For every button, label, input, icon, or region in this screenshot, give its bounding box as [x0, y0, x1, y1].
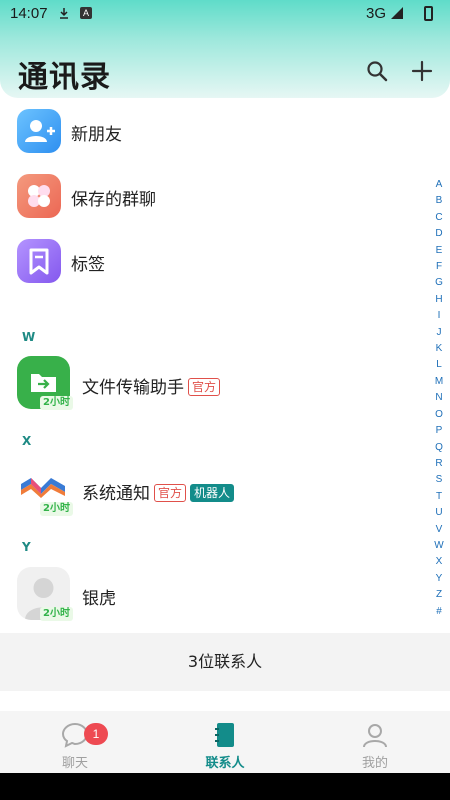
alphabet-index-letter[interactable]: Y — [432, 571, 446, 587]
tags-label: 标签 — [71, 255, 105, 275]
tag-icon — [17, 239, 61, 283]
tab-label: 联系人 — [205, 756, 245, 771]
system-nav-bar — [0, 773, 450, 800]
app-notification-icon: A — [80, 7, 92, 19]
alphabet-index-letter[interactable]: R — [432, 456, 446, 472]
profile-icon — [363, 724, 387, 748]
alphabet-index-letter[interactable]: S — [432, 472, 446, 488]
alphabet-index-letter[interactable]: W — [432, 538, 446, 554]
contact-row-system-notice[interactable]: 2小时 系统通知 官方 机器人 — [0, 462, 420, 526]
contact-name: 银虎 — [82, 589, 116, 609]
tab-me[interactable]: 我的 — [300, 711, 450, 773]
alphabet-index-letter[interactable]: P — [432, 423, 446, 439]
alphabet-index-letter[interactable]: I — [432, 308, 446, 324]
contact-row-yinhu[interactable]: 2小时 银虎 — [0, 567, 420, 631]
alphabet-index-letter[interactable]: J — [432, 325, 446, 341]
time-badge: 2小时 — [40, 607, 73, 621]
bottom-tab-bar: 1 聊天 联系人 我的 — [0, 711, 450, 773]
alphabet-index-letter[interactable]: G — [432, 275, 446, 291]
battery-icon — [424, 6, 433, 21]
section-letter-y: Y — [22, 540, 31, 554]
alphabet-index-letter[interactable]: N — [432, 390, 446, 406]
alphabet-index-letter[interactable]: K — [432, 341, 446, 357]
search-icon[interactable] — [366, 60, 388, 82]
alphabet-index-letter[interactable]: E — [432, 243, 446, 259]
alphabet-index-letter[interactable]: A — [432, 177, 446, 193]
official-tag: 官方 — [154, 484, 187, 502]
status-time: 14:07 — [10, 5, 48, 22]
unread-badge: 1 — [84, 723, 108, 745]
alphabet-index-letter[interactable]: X — [432, 554, 446, 570]
saved-groups-item[interactable]: 保存的群聊 — [0, 166, 420, 226]
group-chat-icon — [17, 174, 61, 218]
new-friends-label: 新朋友 — [71, 125, 122, 145]
alphabet-index-letter[interactable]: B — [432, 193, 446, 209]
alphabet-index-letter[interactable]: L — [432, 357, 446, 373]
tags-item[interactable]: 标签 — [0, 231, 420, 291]
network-type: 3G — [366, 5, 387, 22]
tab-label: 聊天 — [61, 756, 88, 771]
alphabet-index-letter[interactable]: # — [432, 604, 446, 620]
alphabet-index-letter[interactable]: F — [432, 259, 446, 275]
header: 14:07 A 3G 通讯录 — [0, 0, 450, 98]
tab-chat[interactable]: 1 聊天 — [0, 711, 150, 773]
alphabet-index-letter[interactable]: M — [432, 374, 446, 390]
page-title: 通讯录 — [18, 60, 111, 95]
section-letter-w: W — [22, 330, 36, 344]
alphabet-index[interactable]: A B C D E F G H I J K L M N O P Q R S T U V W X Y Z # — [432, 177, 446, 620]
alphabet-index-letter[interactable]: V — [432, 522, 446, 538]
alphabet-index-letter[interactable]: U — [432, 505, 446, 521]
add-user-icon — [17, 109, 61, 153]
tab-contacts[interactable]: 联系人 — [150, 711, 300, 773]
official-tag: 官方 — [188, 378, 221, 396]
alphabet-index-letter[interactable]: D — [432, 226, 446, 242]
time-badge: 2小时 — [40, 396, 73, 410]
saved-groups-label: 保存的群聊 — [71, 190, 156, 210]
alphabet-index-letter[interactable]: Z — [432, 587, 446, 603]
alphabet-index-letter[interactable]: C — [432, 210, 446, 226]
contacts-book-icon — [215, 723, 234, 747]
tab-label: 我的 — [361, 756, 388, 771]
alphabet-index-letter[interactable]: H — [432, 292, 446, 308]
new-friends-item[interactable]: 新朋友 — [0, 101, 420, 161]
alphabet-index-letter[interactable]: T — [432, 489, 446, 505]
signal-icon — [391, 7, 403, 19]
alphabet-index-letter[interactable]: Q — [432, 440, 446, 456]
contact-name: 文件传输助手 官方 — [82, 373, 221, 398]
alphabet-index-letter[interactable]: O — [432, 407, 446, 423]
contact-count: 3位联系人 — [0, 633, 450, 691]
download-status-icon — [60, 8, 68, 19]
plus-icon[interactable] — [411, 60, 433, 82]
section-letter-x: X — [22, 434, 32, 448]
contact-name: 系统通知 官方 机器人 — [82, 479, 235, 504]
time-badge: 2小时 — [40, 502, 73, 516]
contact-row-file-transfer[interactable]: 2小时 文件传输助手 官方 — [0, 356, 420, 420]
status-bar: 14:07 A 3G — [0, 0, 450, 26]
bot-tag: 机器人 — [190, 484, 235, 502]
